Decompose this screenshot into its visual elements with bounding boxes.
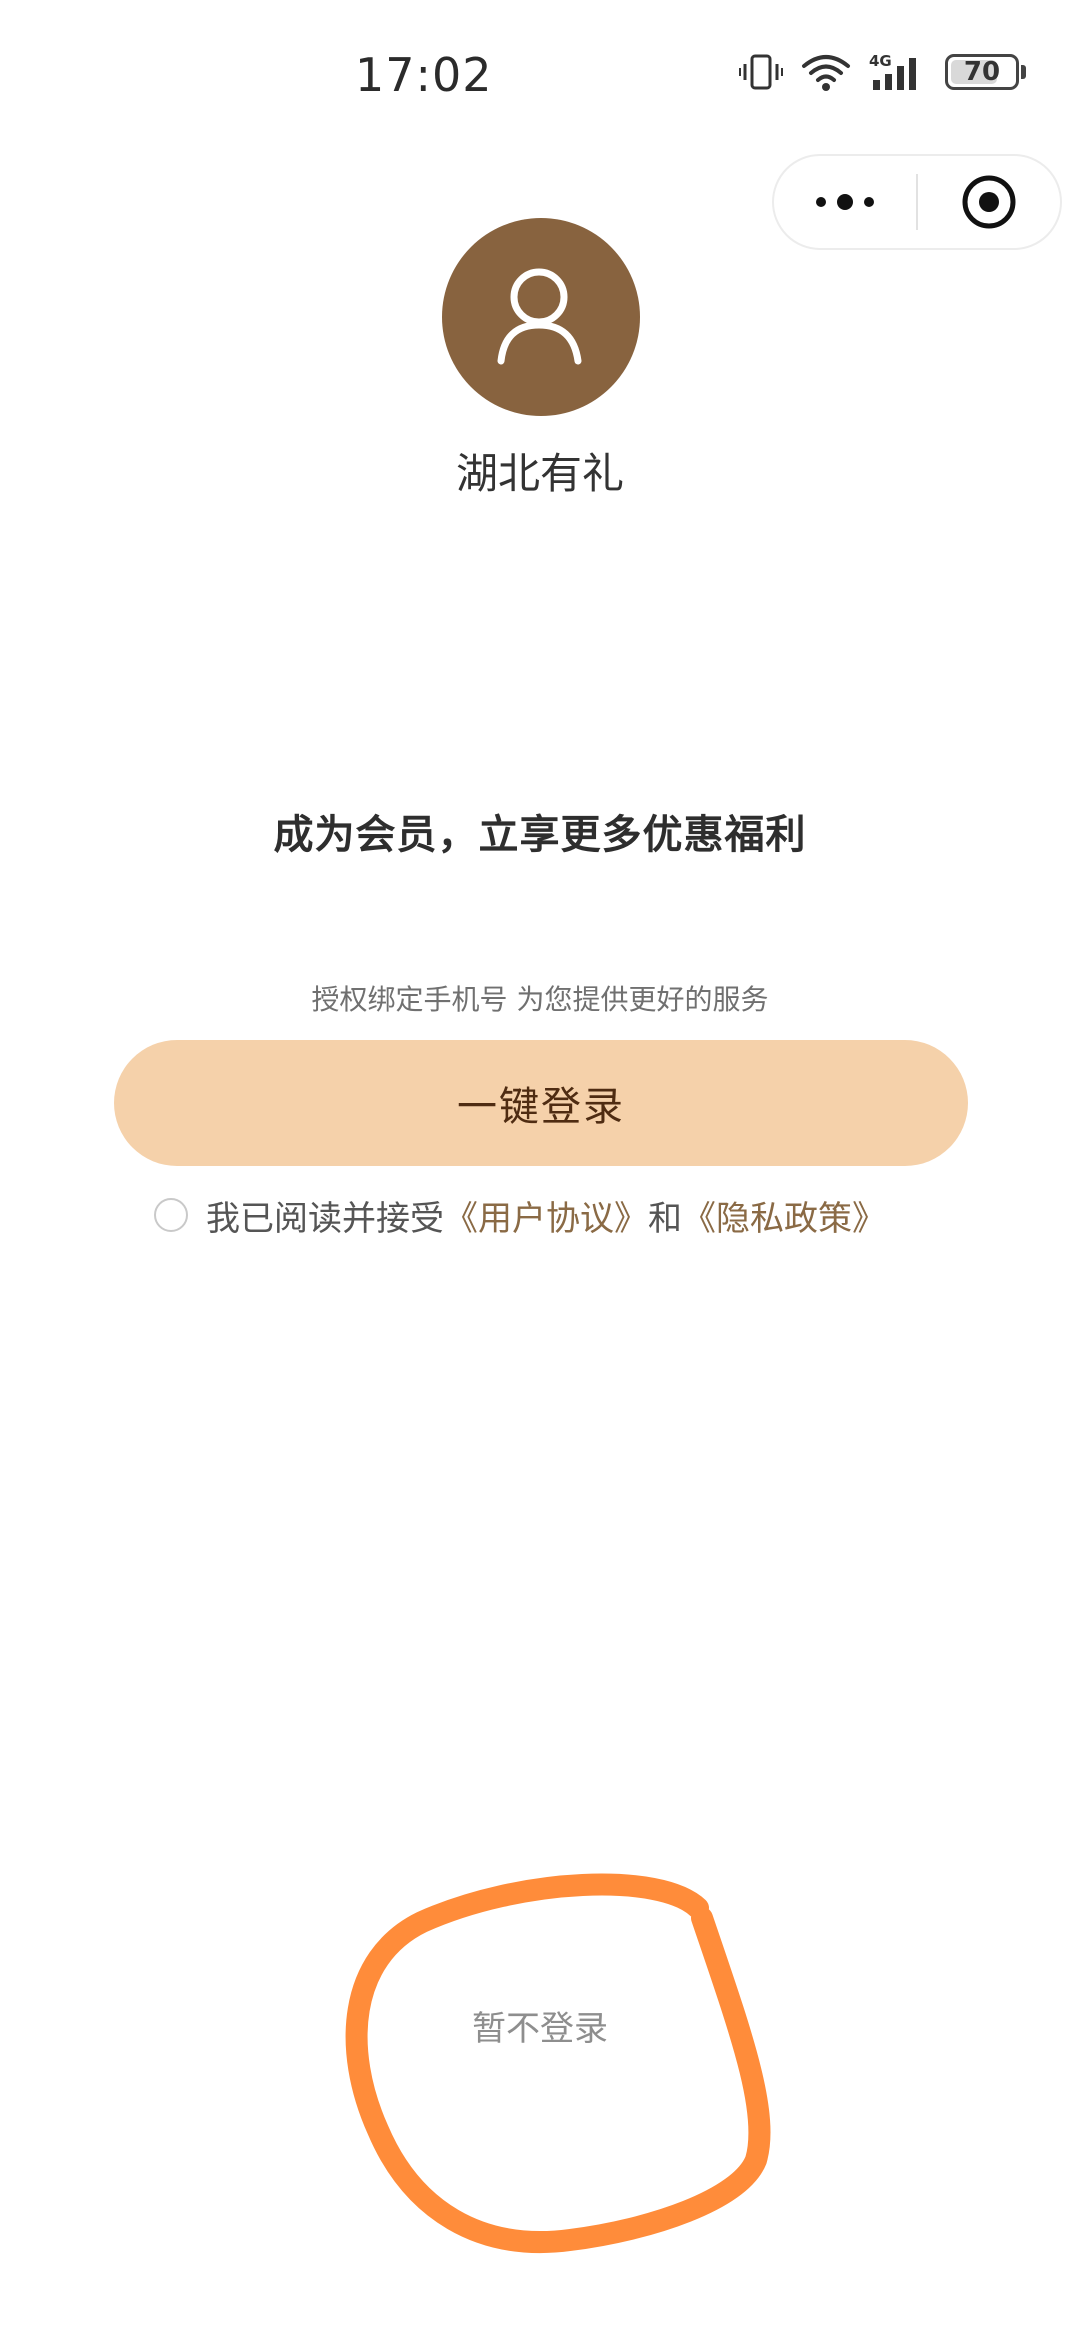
agreement-and: 和 [648,1198,682,1239]
membership-headline: 成为会员，立享更多优惠福利 [273,812,807,858]
network-label: 4G [869,52,892,70]
skip-login-button[interactable]: 暂不登录 [330,2000,750,2051]
agreement-prefix: 我已阅读并接受 [206,1198,444,1239]
more-icon-center-dot [837,194,853,210]
skip-login-area: 暂不登录 [330,1860,790,2260]
battery-level: 70 [963,57,1001,87]
signal-4g-icon: 4G [869,52,927,92]
authorize-subtext: 授权绑定手机号 为您提供更好的服务 [311,983,769,1016]
battery-body: 70 [945,54,1019,90]
battery-icon: 70 [945,54,1026,90]
status-icons: 4G 70 [739,52,1026,92]
miniprogram-capsule [772,154,1062,250]
battery-tip [1021,65,1026,79]
vibrate-icon [739,52,783,92]
agreement-row: 我已阅读并接受 《用户协议》 和 《隐私政策》 [154,1190,886,1240]
more-button[interactable] [774,156,916,248]
login-page: 17:02 4G 70 湖北有礼 成为会员，立享更多优惠福利 授权绑定手机号 为… [0,0,1080,2340]
more-icon-right-dot [864,197,874,207]
status-time: 17:02 [355,48,493,102]
user-avatar-icon [497,268,582,365]
status-bar: 17:02 4G 70 [0,0,1080,150]
one-click-login-button[interactable]: 一键登录 [114,1040,968,1166]
user-agreement-link[interactable]: 《用户协议》 [444,1191,648,1240]
privacy-policy-link[interactable]: 《隐私政策》 [682,1191,886,1240]
app-avatar [442,218,640,416]
close-miniprogram-button[interactable] [918,156,1060,248]
app-name: 湖北有礼 [455,449,624,498]
annotation-circle-icon [345,1873,771,2254]
close-miniprogram-icon [962,175,1016,229]
wifi-icon [801,52,851,92]
more-icon [816,197,826,207]
agreement-checkbox[interactable] [154,1198,188,1232]
